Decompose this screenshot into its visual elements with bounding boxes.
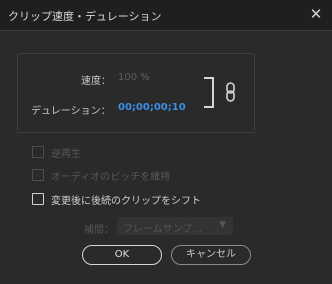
interpolation-selected-value: フレームサンプ... — [123, 224, 202, 235]
duration-label: デュレーション： — [31, 106, 111, 117]
ok-button[interactable]: OK — [82, 245, 162, 265]
reverse-option[interactable]: 逆再生 — [32, 145, 81, 160]
title-bar: クリップ速度・デュレーション ✕ — [0, 0, 332, 30]
interpolation-select[interactable]: フレームサンプ... ▼ — [117, 217, 233, 235]
cancel-button[interactable]: キャンセル — [171, 245, 251, 265]
ripple-edit-checkbox[interactable] — [32, 193, 44, 205]
close-button[interactable]: ✕ — [306, 4, 326, 24]
chain-link-icon[interactable] — [224, 82, 238, 102]
dialog-title: クリップ速度・デュレーション — [8, 10, 162, 23]
speed-value-field[interactable]: 100 % — [118, 72, 150, 83]
ripple-edit-label: 変更後に後続のクリップをシフト — [51, 195, 201, 207]
link-bracket — [204, 77, 214, 108]
maintain-pitch-checkbox[interactable] — [32, 169, 44, 181]
speed-duration-group — [17, 53, 255, 133]
maintain-pitch-label: オーディオのピッチを維持 — [51, 171, 171, 183]
maintain-pitch-option[interactable]: オーディオのピッチを維持 — [32, 168, 171, 183]
ripple-edit-option[interactable]: 変更後に後続のクリップをシフト — [32, 192, 201, 207]
reverse-checkbox[interactable] — [32, 146, 44, 158]
chevron-down-icon: ▼ — [219, 220, 226, 230]
reverse-label: 逆再生 — [51, 148, 81, 160]
close-icon[interactable]: ✕ — [310, 5, 323, 23]
speed-label: 速度： — [81, 76, 111, 87]
duration-value-field[interactable]: 00;00;00;10 — [118, 102, 186, 113]
interpolation-label: 補間： — [84, 225, 114, 236]
